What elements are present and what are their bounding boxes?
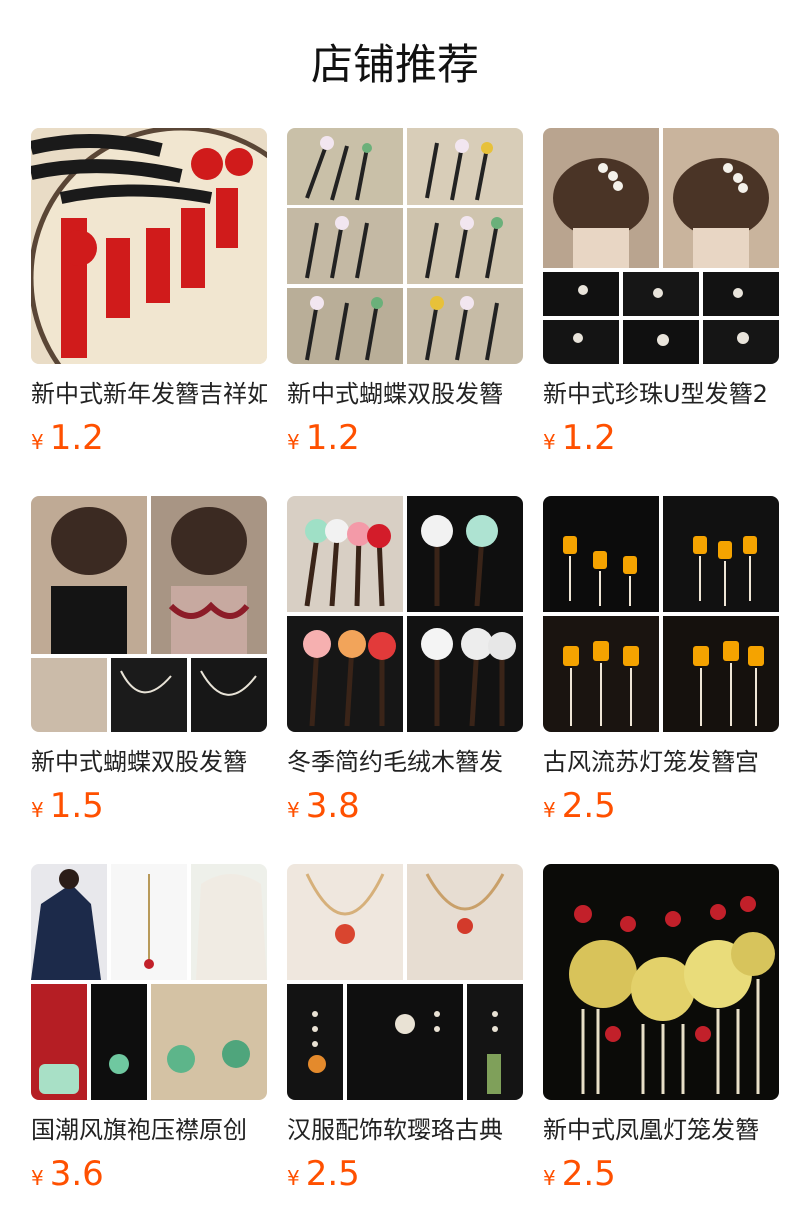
price-value: 1.2	[561, 418, 616, 458]
product-image[interactable]	[543, 496, 779, 732]
product-card[interactable]: 新中式蝴蝶双股发簪 ¥1.2	[287, 128, 523, 458]
product-price: ¥3.6	[31, 1152, 104, 1196]
product-card[interactable]: 古风流苏灯笼发簪宫 ¥2.5	[543, 496, 779, 826]
product-title[interactable]: 国潮风旗袍压襟原创	[31, 1114, 267, 1146]
product-price: ¥3.8	[287, 784, 360, 828]
price-value: 1.2	[305, 418, 360, 458]
currency-symbol: ¥	[287, 430, 300, 454]
product-card[interactable]: 新中式新年发簪吉祥如意 ¥1.2	[31, 128, 267, 458]
currency-symbol: ¥	[31, 430, 44, 454]
product-price: ¥1.2	[543, 416, 616, 460]
price-value: 2.5	[305, 1154, 360, 1194]
product-title[interactable]: 新中式新年发簪吉祥如意	[31, 378, 267, 410]
product-image[interactable]	[31, 496, 267, 732]
currency-symbol: ¥	[543, 798, 556, 822]
product-card[interactable]: 新中式凤凰灯笼发簪 ¥2.5	[543, 864, 779, 1194]
product-price: ¥1.2	[287, 416, 360, 460]
product-card[interactable]: 国潮风旗袍压襟原创 ¥3.6	[31, 864, 267, 1194]
price-value: 1.2	[49, 418, 104, 458]
price-value: 3.6	[49, 1154, 104, 1194]
currency-symbol: ¥	[31, 798, 44, 822]
currency-symbol: ¥	[31, 1166, 44, 1190]
product-price: ¥2.5	[287, 1152, 360, 1196]
currency-symbol: ¥	[287, 798, 300, 822]
product-card[interactable]: 新中式珍珠U型发簪2 ¥1.2	[543, 128, 779, 458]
product-price: ¥2.5	[543, 784, 616, 828]
product-title[interactable]: 新中式珍珠U型发簪2	[543, 378, 779, 410]
product-image[interactable]	[31, 864, 267, 1100]
product-title[interactable]: 古风流苏灯笼发簪宫	[543, 746, 779, 778]
currency-symbol: ¥	[543, 430, 556, 454]
product-card[interactable]: 新中式蝴蝶双股发簪 ¥1.5	[31, 496, 267, 826]
price-value: 3.8	[305, 786, 360, 826]
product-title[interactable]: 冬季简约毛绒木簪发	[287, 746, 523, 778]
product-image[interactable]	[543, 864, 779, 1100]
product-image[interactable]	[543, 128, 779, 364]
product-card[interactable]: 汉服配饰软璎珞古典 ¥2.5	[287, 864, 523, 1194]
currency-symbol: ¥	[287, 1166, 300, 1190]
product-image[interactable]	[31, 128, 267, 364]
product-image[interactable]	[287, 128, 523, 364]
page-title: 店铺推荐	[310, 40, 479, 89]
price-value: 1.5	[49, 786, 104, 826]
product-image[interactable]	[287, 864, 523, 1100]
product-title[interactable]: 新中式蝴蝶双股发簪	[287, 378, 523, 410]
product-card[interactable]: 冬季简约毛绒木簪发 ¥3.8	[287, 496, 523, 826]
product-price: ¥1.5	[31, 784, 104, 828]
product-title[interactable]: 新中式蝴蝶双股发簪	[31, 746, 267, 778]
product-title[interactable]: 新中式凤凰灯笼发簪	[543, 1114, 779, 1146]
product-price: ¥1.2	[31, 416, 104, 460]
price-value: 2.5	[561, 786, 616, 826]
product-image[interactable]	[287, 496, 523, 732]
price-value: 2.5	[561, 1154, 616, 1194]
product-title[interactable]: 汉服配饰软璎珞古典	[287, 1114, 523, 1146]
currency-symbol: ¥	[543, 1166, 556, 1190]
product-price: ¥2.5	[543, 1152, 616, 1196]
